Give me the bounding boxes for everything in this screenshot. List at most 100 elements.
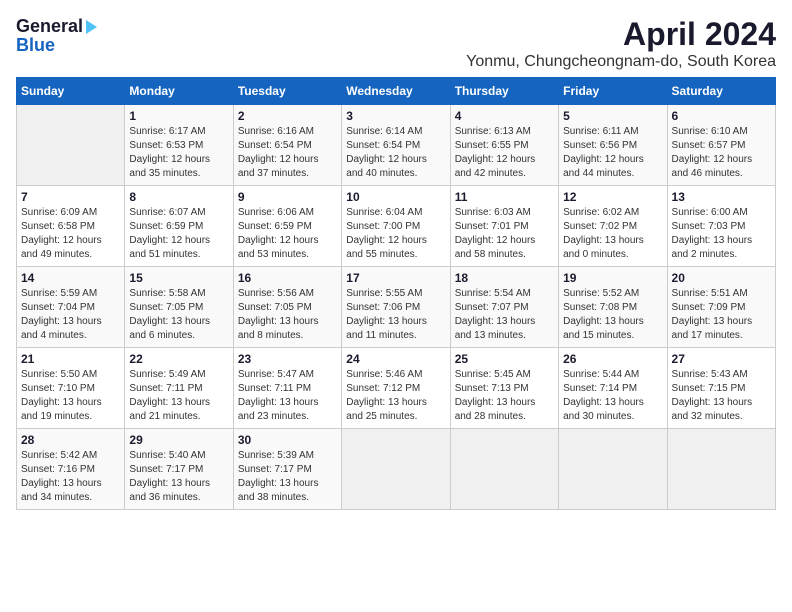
day-number: 16 [238, 271, 337, 285]
logo-general: General [16, 16, 83, 37]
weekday-header: Tuesday [233, 78, 341, 105]
calendar-cell: 18 Sunrise: 5:54 AM Sunset: 7:07 PM Dayli… [450, 267, 558, 348]
day-info: Sunrise: 5:52 AM Sunset: 7:08 PM Dayligh… [563, 287, 662, 343]
calendar-cell: 25 Sunrise: 5:45 AM Sunset: 7:13 PM Dayli… [450, 348, 558, 429]
day-info: Sunrise: 5:45 AM Sunset: 7:13 PM Dayligh… [455, 368, 554, 424]
day-info: Sunrise: 5:44 AM Sunset: 7:14 PM Dayligh… [563, 368, 662, 424]
day-info: Sunrise: 6:09 AM Sunset: 6:58 PM Dayligh… [21, 206, 120, 262]
day-number: 26 [563, 352, 662, 366]
calendar-cell: 4 Sunrise: 6:13 AM Sunset: 6:55 PM Daylig… [450, 105, 558, 186]
day-number: 13 [672, 190, 771, 204]
logo: General Blue [16, 16, 97, 56]
day-number: 21 [21, 352, 120, 366]
day-number: 12 [563, 190, 662, 204]
weekday-header-row: SundayMondayTuesdayWednesdayThursdayFrid… [17, 78, 776, 105]
day-number: 29 [129, 433, 228, 447]
day-number: 25 [455, 352, 554, 366]
calendar-cell [450, 429, 558, 510]
day-info: Sunrise: 6:06 AM Sunset: 6:59 PM Dayligh… [238, 206, 337, 262]
day-number: 8 [129, 190, 228, 204]
calendar-cell: 21 Sunrise: 5:50 AM Sunset: 7:10 PM Dayli… [17, 348, 125, 429]
day-number: 2 [238, 109, 337, 123]
day-number: 23 [238, 352, 337, 366]
logo-blue: Blue [16, 35, 55, 56]
calendar-cell: 15 Sunrise: 5:58 AM Sunset: 7:05 PM Dayli… [125, 267, 233, 348]
page-subtitle: Yonmu, Chungcheongnam-do, South Korea [466, 53, 776, 71]
calendar-week-row: 21 Sunrise: 5:50 AM Sunset: 7:10 PM Dayli… [17, 348, 776, 429]
page-header: General Blue April 2024 Yonmu, Chungcheo… [16, 16, 776, 71]
calendar-cell: 14 Sunrise: 5:59 AM Sunset: 7:04 PM Dayli… [17, 267, 125, 348]
day-info: Sunrise: 5:54 AM Sunset: 7:07 PM Dayligh… [455, 287, 554, 343]
day-info: Sunrise: 5:55 AM Sunset: 7:06 PM Dayligh… [346, 287, 445, 343]
weekday-header: Monday [125, 78, 233, 105]
weekday-header: Friday [559, 78, 667, 105]
calendar-cell: 16 Sunrise: 5:56 AM Sunset: 7:05 PM Dayli… [233, 267, 341, 348]
calendar-cell: 12Sunrise: 6:02 AM Sunset: 7:02 PM Dayli… [559, 186, 667, 267]
day-info: Sunrise: 6:17 AM Sunset: 6:53 PM Dayligh… [129, 125, 228, 181]
calendar-week-row: 28 Sunrise: 5:42 AM Sunset: 7:16 PM Dayli… [17, 429, 776, 510]
weekday-header: Thursday [450, 78, 558, 105]
day-number: 9 [238, 190, 337, 204]
day-number: 5 [563, 109, 662, 123]
calendar-cell [17, 105, 125, 186]
day-number: 14 [21, 271, 120, 285]
day-info: Sunrise: 6:13 AM Sunset: 6:55 PM Dayligh… [455, 125, 554, 181]
calendar-week-row: 7Sunrise: 6:09 AM Sunset: 6:58 PM Daylig… [17, 186, 776, 267]
day-info: Sunrise: 5:42 AM Sunset: 7:16 PM Dayligh… [21, 449, 120, 505]
calendar-table: SundayMondayTuesdayWednesdayThursdayFrid… [16, 77, 776, 510]
calendar-cell: 19Sunrise: 5:52 AM Sunset: 7:08 PM Dayli… [559, 267, 667, 348]
title-block: April 2024 Yonmu, Chungcheongnam-do, Sou… [466, 16, 776, 71]
calendar-week-row: 1 Sunrise: 6:17 AM Sunset: 6:53 PM Daylig… [17, 105, 776, 186]
day-number: 27 [672, 352, 771, 366]
day-number: 11 [455, 190, 554, 204]
calendar-cell: 9 Sunrise: 6:06 AM Sunset: 6:59 PM Daylig… [233, 186, 341, 267]
day-info: Sunrise: 6:03 AM Sunset: 7:01 PM Dayligh… [455, 206, 554, 262]
calendar-cell [559, 429, 667, 510]
calendar-cell: 5Sunrise: 6:11 AM Sunset: 6:56 PM Daylig… [559, 105, 667, 186]
calendar-cell: 30Sunrise: 5:39 AM Sunset: 7:17 PM Dayli… [233, 429, 341, 510]
day-number: 17 [346, 271, 445, 285]
calendar-cell: 20Sunrise: 5:51 AM Sunset: 7:09 PM Dayli… [667, 267, 775, 348]
day-info: Sunrise: 5:47 AM Sunset: 7:11 PM Dayligh… [238, 368, 337, 424]
calendar-cell [667, 429, 775, 510]
day-info: Sunrise: 6:16 AM Sunset: 6:54 PM Dayligh… [238, 125, 337, 181]
day-info: Sunrise: 5:39 AM Sunset: 7:17 PM Dayligh… [238, 449, 337, 505]
calendar-cell: 6Sunrise: 6:10 AM Sunset: 6:57 PM Daylig… [667, 105, 775, 186]
calendar-cell: 8Sunrise: 6:07 AM Sunset: 6:59 PM Daylig… [125, 186, 233, 267]
calendar-week-row: 14 Sunrise: 5:59 AM Sunset: 7:04 PM Dayli… [17, 267, 776, 348]
calendar-cell: 17 Sunrise: 5:55 AM Sunset: 7:06 PM Dayli… [342, 267, 450, 348]
calendar-cell: 28 Sunrise: 5:42 AM Sunset: 7:16 PM Dayli… [17, 429, 125, 510]
day-info: Sunrise: 6:14 AM Sunset: 6:54 PM Dayligh… [346, 125, 445, 181]
calendar-cell: 27 Sunrise: 5:43 AM Sunset: 7:15 PM Dayli… [667, 348, 775, 429]
day-number: 3 [346, 109, 445, 123]
calendar-cell: 1 Sunrise: 6:17 AM Sunset: 6:53 PM Daylig… [125, 105, 233, 186]
day-info: Sunrise: 6:00 AM Sunset: 7:03 PM Dayligh… [672, 206, 771, 262]
day-info: Sunrise: 6:04 AM Sunset: 7:00 PM Dayligh… [346, 206, 445, 262]
day-number: 6 [672, 109, 771, 123]
day-number: 28 [21, 433, 120, 447]
day-number: 4 [455, 109, 554, 123]
day-number: 18 [455, 271, 554, 285]
calendar-cell: 3 Sunrise: 6:14 AM Sunset: 6:54 PM Daylig… [342, 105, 450, 186]
calendar-cell: 26 Sunrise: 5:44 AM Sunset: 7:14 PM Dayli… [559, 348, 667, 429]
calendar-cell: 7Sunrise: 6:09 AM Sunset: 6:58 PM Daylig… [17, 186, 125, 267]
day-info: Sunrise: 5:50 AM Sunset: 7:10 PM Dayligh… [21, 368, 120, 424]
calendar-cell: 2 Sunrise: 6:16 AM Sunset: 6:54 PM Daylig… [233, 105, 341, 186]
day-info: Sunrise: 5:51 AM Sunset: 7:09 PM Dayligh… [672, 287, 771, 343]
calendar-cell: 29Sunrise: 5:40 AM Sunset: 7:17 PM Dayli… [125, 429, 233, 510]
weekday-header: Saturday [667, 78, 775, 105]
day-info: Sunrise: 5:49 AM Sunset: 7:11 PM Dayligh… [129, 368, 228, 424]
day-number: 24 [346, 352, 445, 366]
day-info: Sunrise: 5:58 AM Sunset: 7:05 PM Dayligh… [129, 287, 228, 343]
calendar-cell: 11 Sunrise: 6:03 AM Sunset: 7:01 PM Dayli… [450, 186, 558, 267]
day-info: Sunrise: 5:56 AM Sunset: 7:05 PM Dayligh… [238, 287, 337, 343]
weekday-header: Wednesday [342, 78, 450, 105]
day-number: 22 [129, 352, 228, 366]
day-info: Sunrise: 5:59 AM Sunset: 7:04 PM Dayligh… [21, 287, 120, 343]
calendar-cell: 23 Sunrise: 5:47 AM Sunset: 7:11 PM Dayli… [233, 348, 341, 429]
day-number: 15 [129, 271, 228, 285]
calendar-cell: 10Sunrise: 6:04 AM Sunset: 7:00 PM Dayli… [342, 186, 450, 267]
day-number: 1 [129, 109, 228, 123]
calendar-cell: 13 Sunrise: 6:00 AM Sunset: 7:03 PM Dayli… [667, 186, 775, 267]
day-info: Sunrise: 5:43 AM Sunset: 7:15 PM Dayligh… [672, 368, 771, 424]
